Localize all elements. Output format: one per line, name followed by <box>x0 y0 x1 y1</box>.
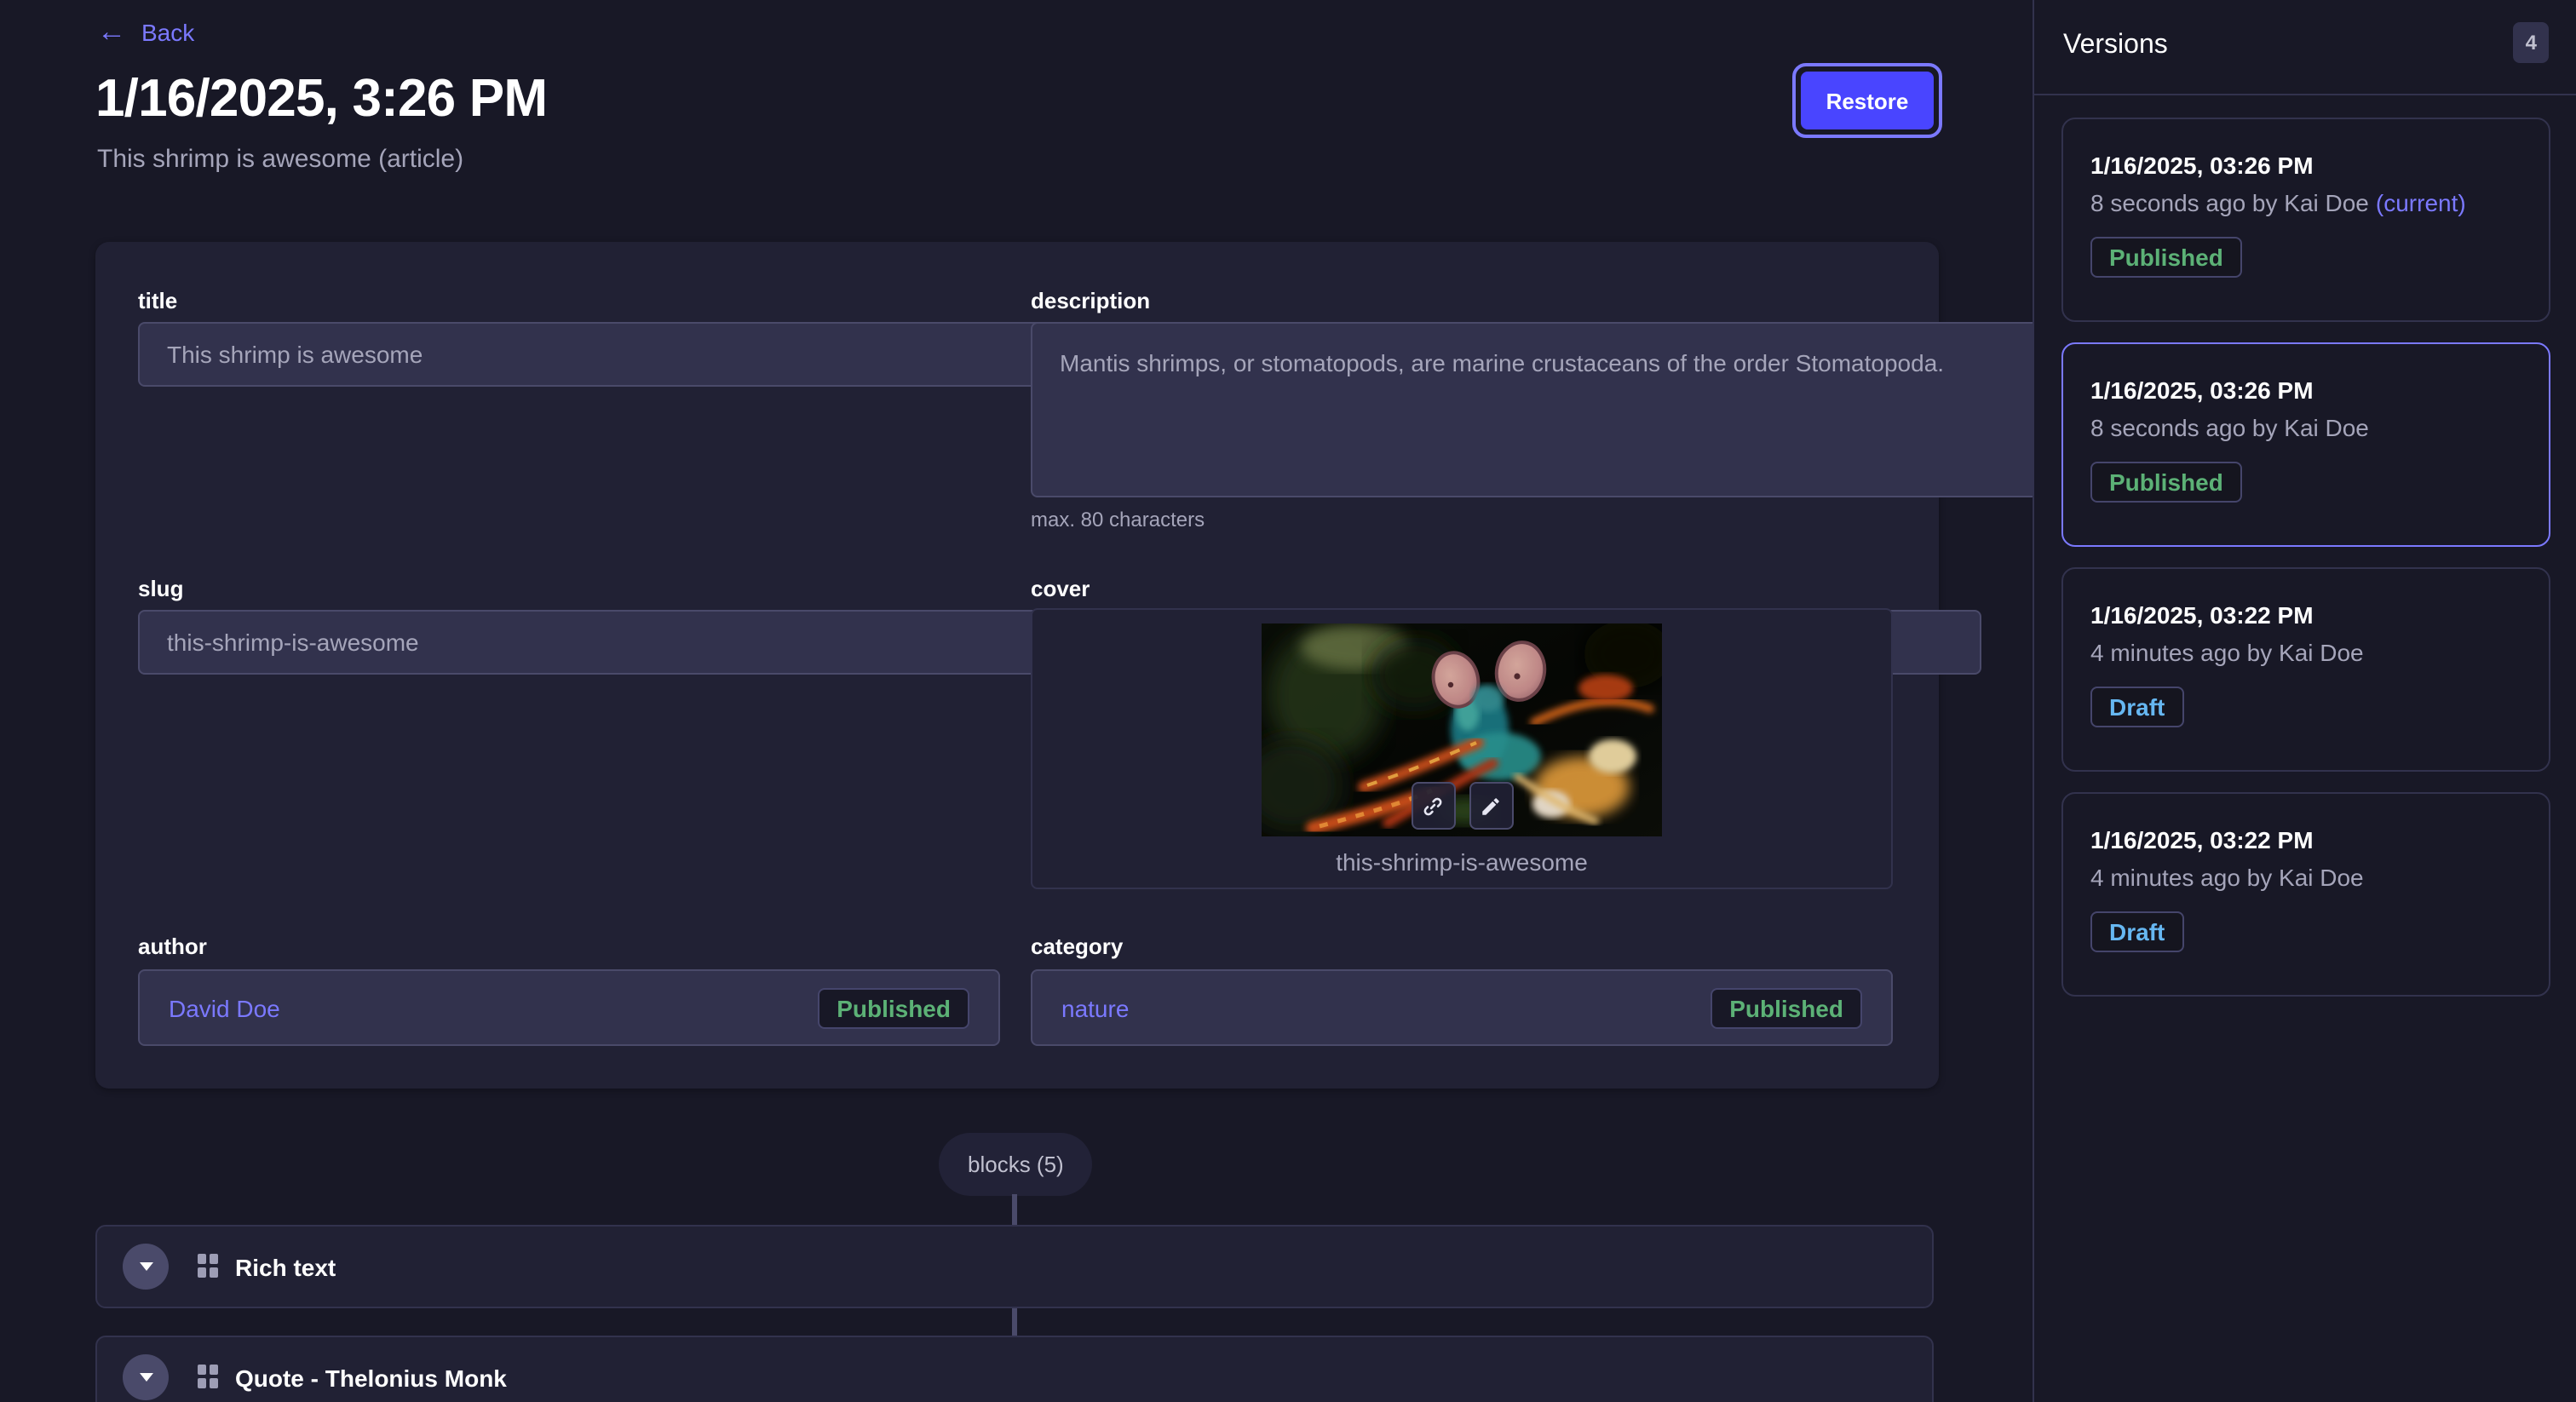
drag-handle-icon[interactable] <box>198 1365 220 1390</box>
cover-asset-card: this-shrimp-is-awesome <box>1031 608 1893 889</box>
copy-link-button[interactable] <box>1411 782 1455 830</box>
page-subtitle: This shrimp is awesome (article) <box>97 145 463 174</box>
version-card[interactable]: 1/16/2025, 03:22 PM 4 minutes ago by Kai… <box>2061 792 2550 997</box>
block-accordion-label: Quote - Thelonius Monk <box>235 1364 507 1391</box>
cover-image <box>1262 623 1662 836</box>
version-meta: 4 minutes ago by Kai Doe <box>2090 639 2521 666</box>
version-content-panel: title This shrimp is awesome description… <box>95 242 1939 1089</box>
category-relation-link[interactable]: nature <box>1061 994 1129 1021</box>
versions-count-badge: 4 <box>2514 22 2549 63</box>
block-accordion-rich-text[interactable]: Rich text <box>95 1225 1934 1308</box>
accordion-toggle-button[interactable] <box>123 1354 169 1400</box>
back-label: Back <box>141 18 194 45</box>
edit-image-button[interactable] <box>1469 782 1513 830</box>
author-relation-box: David Doe Published <box>138 969 1000 1046</box>
chevron-down-icon <box>139 1373 152 1382</box>
version-meta: 8 seconds ago by Kai Doe <box>2090 414 2521 441</box>
version-date: 1/16/2025, 03:22 PM <box>2090 826 2521 853</box>
accordion-toggle-button[interactable] <box>123 1244 169 1290</box>
category-status-badge: Published <box>1711 987 1862 1028</box>
description-field-label: description <box>1031 288 1893 313</box>
blocks-connector-line <box>1012 1308 1017 1337</box>
version-card[interactable]: 1/16/2025, 03:26 PM 8 seconds ago by Kai… <box>2061 118 2550 322</box>
block-accordion-quote[interactable]: Quote - Thelonius Monk <box>95 1336 1934 1402</box>
author-field-label: author <box>138 934 1000 959</box>
version-date: 1/16/2025, 03:22 PM <box>2090 601 2521 629</box>
cover-caption: this-shrimp-is-awesome <box>1032 848 1891 876</box>
cover-field-label: cover <box>1031 576 1893 601</box>
blocks-count-pill: blocks (5) <box>939 1133 1093 1196</box>
sidebar-divider <box>2034 94 2576 95</box>
page-title: 1/16/2025, 3:26 PM <box>95 68 547 129</box>
block-accordion-label: Rich text <box>235 1253 336 1280</box>
version-status-badge: Published <box>2090 237 2242 278</box>
title-field-label: title <box>138 288 1000 313</box>
slug-field-label: slug <box>138 576 1000 601</box>
description-hint: max. 80 characters <box>1031 508 1893 531</box>
slug-input-value: this-shrimp-is-awesome <box>167 629 419 656</box>
version-card[interactable]: 1/16/2025, 03:22 PM 4 minutes ago by Kai… <box>2061 567 2550 772</box>
category-relation-box: nature Published <box>1031 969 1893 1046</box>
versions-sidebar: Versions 4 1/16/2025, 03:26 PM 8 seconds… <box>2033 0 2576 1402</box>
version-card-list: 1/16/2025, 03:26 PM 8 seconds ago by Kai… <box>2061 118 2550 997</box>
version-meta: 8 seconds ago by Kai Doe(current) <box>2090 189 2521 216</box>
version-status-badge: Draft <box>2090 911 2183 952</box>
blocks-connector-line <box>1012 1194 1017 1227</box>
restore-button-focus-ring: Restore <box>1792 63 1942 138</box>
pencil-icon <box>1480 795 1502 817</box>
author-relation-link[interactable]: David Doe <box>169 994 280 1021</box>
author-status-badge: Published <box>818 987 969 1028</box>
back-arrow-icon: ← <box>97 17 126 46</box>
version-date: 1/16/2025, 03:26 PM <box>2090 152 2521 179</box>
version-status-badge: Published <box>2090 462 2242 503</box>
restore-button[interactable]: Restore <box>1801 72 1934 129</box>
title-input-value: This shrimp is awesome <box>167 341 423 368</box>
version-date: 1/16/2025, 03:26 PM <box>2090 376 2521 404</box>
version-history-page: ← Back 1/16/2025, 3:26 PM This shrimp is… <box>0 0 2576 1402</box>
back-link[interactable]: ← Back <box>97 17 194 46</box>
category-field-label: category <box>1031 934 1893 959</box>
version-card-selected[interactable]: 1/16/2025, 03:26 PM 8 seconds ago by Kai… <box>2061 342 2550 547</box>
link-icon <box>1422 795 1444 817</box>
cover-image-actions <box>1411 782 1513 830</box>
version-meta: 4 minutes ago by Kai Doe <box>2090 864 2521 891</box>
drag-handle-icon[interactable] <box>198 1254 220 1279</box>
versions-panel-title: Versions <box>2063 31 2168 61</box>
current-version-tag: (current) <box>2376 189 2466 216</box>
chevron-down-icon <box>139 1262 152 1271</box>
version-status-badge: Draft <box>2090 687 2183 727</box>
